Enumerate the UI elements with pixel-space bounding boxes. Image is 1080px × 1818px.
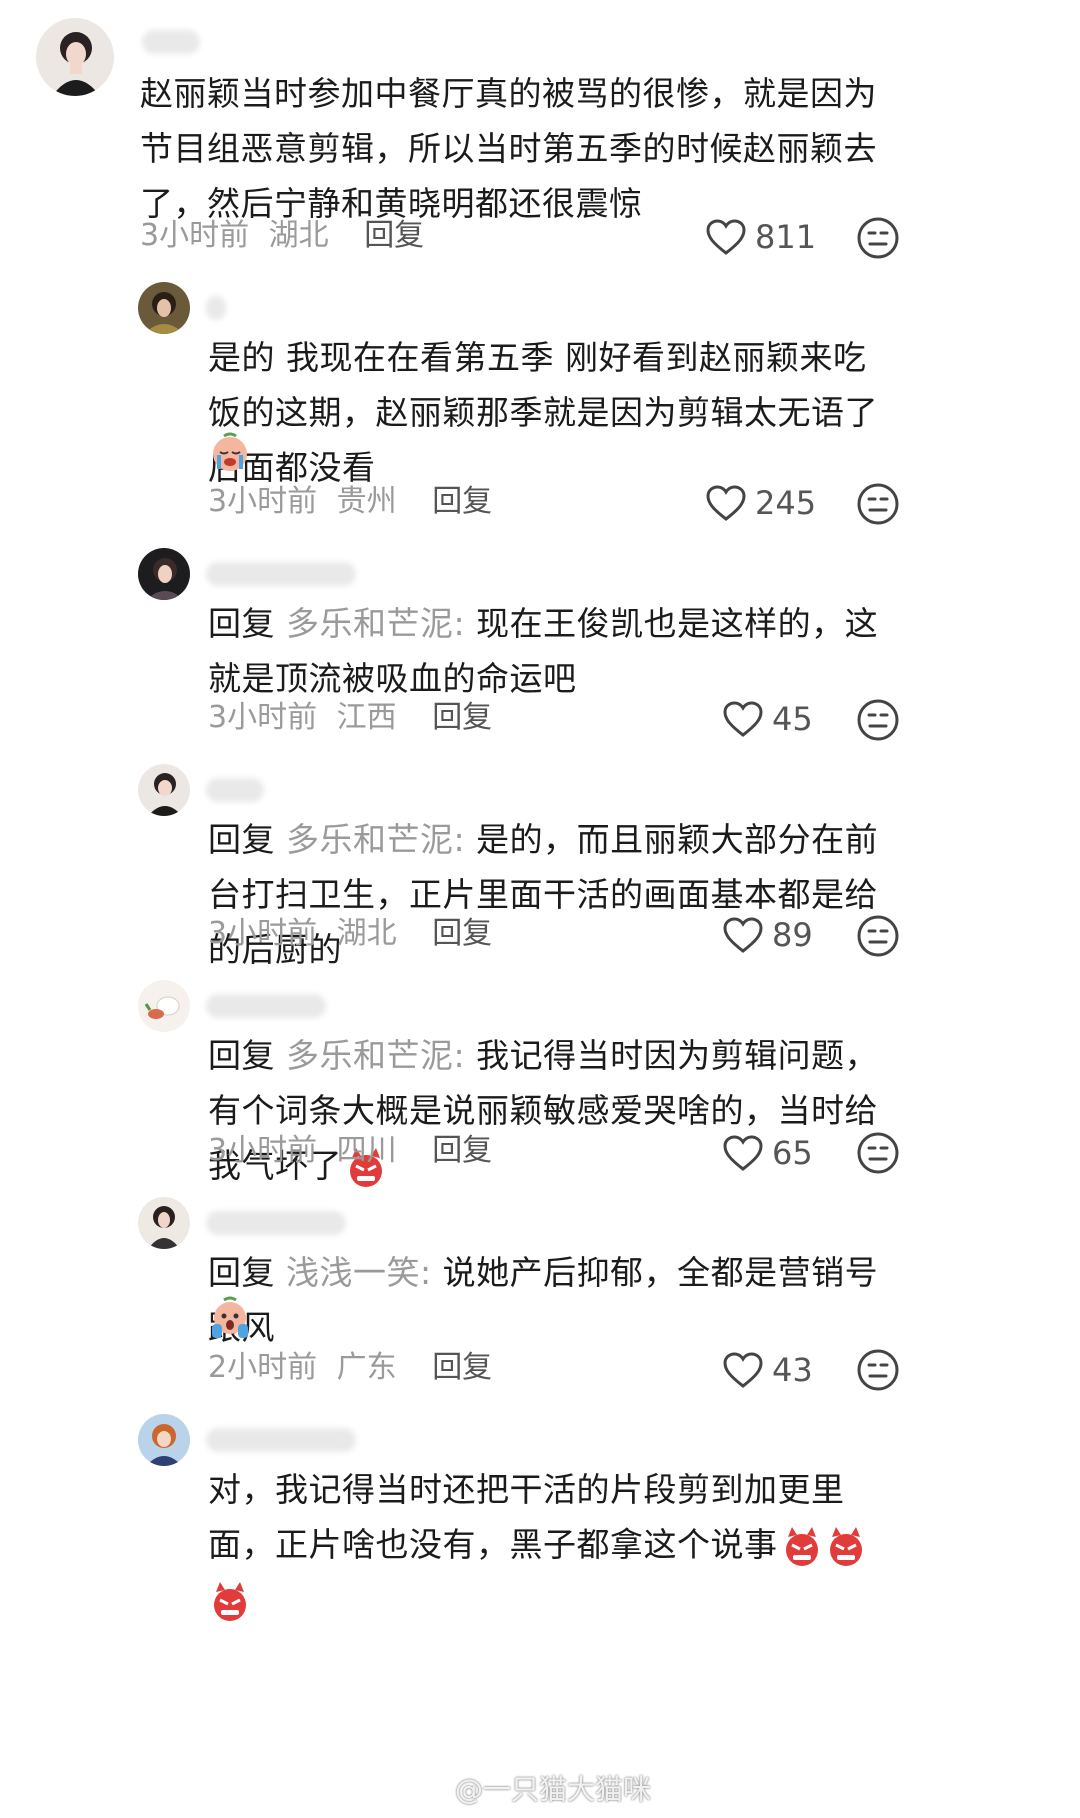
like-count: 89 xyxy=(772,916,813,954)
reply-target-user[interactable]: 多乐和芒泥: xyxy=(286,820,465,859)
angry-devil-icon xyxy=(824,1525,868,1569)
avatar[interactable] xyxy=(138,1414,190,1466)
reply-prefix: 回复 xyxy=(208,604,286,643)
comment-region: 江西 xyxy=(336,700,397,735)
meh-face-icon xyxy=(857,1349,899,1391)
watermark: @一只猫大猫咪 xyxy=(455,1773,652,1806)
heart-icon xyxy=(723,701,763,737)
meh-face-icon xyxy=(857,699,899,741)
username-blurred[interactable] xyxy=(206,778,264,802)
comment-text: 回复 浅浅一笑: 说她产后抑郁，全都是营销号跟风 xyxy=(208,1253,879,1347)
heart-icon xyxy=(723,917,763,953)
username-blurred[interactable] xyxy=(206,1211,346,1235)
username-blurred[interactable] xyxy=(206,562,356,586)
comment-meta: 3小时前 江西 回复 xyxy=(208,696,492,740)
avatar[interactable] xyxy=(138,548,190,600)
comment-time: 2小时前 xyxy=(208,1350,318,1385)
username-blurred[interactable] xyxy=(206,994,326,1018)
meh-face-icon xyxy=(857,217,899,259)
reply-target-user[interactable]: 浅浅一笑: xyxy=(286,1253,432,1292)
dislike-button[interactable] xyxy=(856,698,900,742)
comment-text: 对，我记得当时还把干活的片段剪到加更里面，正片啥也没有，黑子都拿这个说事 xyxy=(208,1462,898,1627)
angry-devil-icon xyxy=(208,1580,252,1624)
dislike-button[interactable] xyxy=(856,1131,900,1175)
dislike-button[interactable] xyxy=(856,216,900,260)
like-button[interactable]: 45 xyxy=(722,696,813,742)
like-button[interactable]: 89 xyxy=(722,912,813,958)
like-button[interactable]: 811 xyxy=(705,214,816,260)
dislike-button[interactable] xyxy=(856,914,900,958)
comment-region: 广东 xyxy=(336,1350,397,1385)
like-count: 245 xyxy=(755,484,817,522)
reply-button[interactable]: 回复 xyxy=(432,916,492,951)
like-button[interactable]: 65 xyxy=(722,1130,813,1176)
reply-prefix: 回复 xyxy=(208,1253,286,1292)
avatar[interactable] xyxy=(138,1197,190,1249)
reply-target-user[interactable]: 多乐和芒泥: xyxy=(286,604,465,643)
comment-time: 3小时前 xyxy=(208,916,318,951)
reply-button[interactable]: 回复 xyxy=(432,484,492,519)
comment-time: 3小时前 xyxy=(140,218,250,253)
dislike-button[interactable] xyxy=(856,482,900,526)
comment-region: 四川 xyxy=(336,1133,397,1168)
like-count: 65 xyxy=(772,1134,813,1172)
meh-face-icon xyxy=(857,915,899,957)
like-count: 811 xyxy=(755,218,817,256)
comment-text: 回复 多乐和芒泥: 现在王俊凯也是这样的，这就是顶流被吸血的命运吧 xyxy=(208,604,879,698)
avatar[interactable] xyxy=(138,764,190,816)
username-blurred[interactable] xyxy=(206,1428,356,1452)
comment-region: 湖北 xyxy=(336,916,397,951)
reply-prefix: 回复 xyxy=(208,820,286,859)
comment-region: 湖北 xyxy=(268,218,329,253)
heart-icon xyxy=(723,1352,763,1388)
angry-devil-icon xyxy=(780,1525,824,1569)
avatar[interactable] xyxy=(138,980,190,1032)
comment-region: 贵州 xyxy=(336,484,397,519)
comment-text: 赵丽颖当时参加中餐厅真的被骂的很惨，就是因为节目组恶意剪辑，所以当时第五季的时候… xyxy=(140,74,877,223)
reply-button[interactable]: 回复 xyxy=(432,1133,492,1168)
heart-icon xyxy=(723,1135,763,1171)
comment-meta: 3小时前 四川 回复 xyxy=(208,1129,492,1173)
like-count: 45 xyxy=(772,700,813,738)
avatar[interactable] xyxy=(36,18,114,96)
username-blurred[interactable] xyxy=(142,30,200,54)
comment-time: 3小时前 xyxy=(208,1133,318,1168)
scared-face-icon xyxy=(208,1296,252,1340)
username-blurred[interactable] xyxy=(206,296,226,320)
reply-button[interactable]: 回复 xyxy=(432,1350,492,1385)
comment-meta: 3小时前 湖北 回复 xyxy=(140,214,424,258)
reply-prefix: 回复 xyxy=(208,1036,286,1075)
like-count: 43 xyxy=(772,1351,813,1389)
comment-text: 是的 我现在在看第五季 刚好看到赵丽颖来吃饭的这期，赵丽颖那季就是因为剪辑太无语… xyxy=(208,338,878,487)
comment-meta: 3小时前 贵州 回复 xyxy=(208,480,492,524)
meh-face-icon xyxy=(857,1132,899,1174)
comment-time: 3小时前 xyxy=(208,484,318,519)
like-button[interactable]: 43 xyxy=(722,1347,813,1393)
meh-face-icon xyxy=(857,483,899,525)
like-button[interactable]: 245 xyxy=(705,480,816,526)
crying-emoji-icon xyxy=(208,430,252,474)
reply-button[interactable]: 回复 xyxy=(364,218,424,253)
reply-target-user[interactable]: 多乐和芒泥: xyxy=(286,1036,465,1075)
comment-meta: 3小时前 湖北 回复 xyxy=(208,912,492,956)
dislike-button[interactable] xyxy=(856,1348,900,1392)
heart-icon xyxy=(706,485,746,521)
comment-meta: 2小时前 广东 回复 xyxy=(208,1346,492,1390)
comment-time: 3小时前 xyxy=(208,700,318,735)
heart-icon xyxy=(706,219,746,255)
avatar[interactable] xyxy=(138,282,190,334)
reply-button[interactable]: 回复 xyxy=(432,700,492,735)
